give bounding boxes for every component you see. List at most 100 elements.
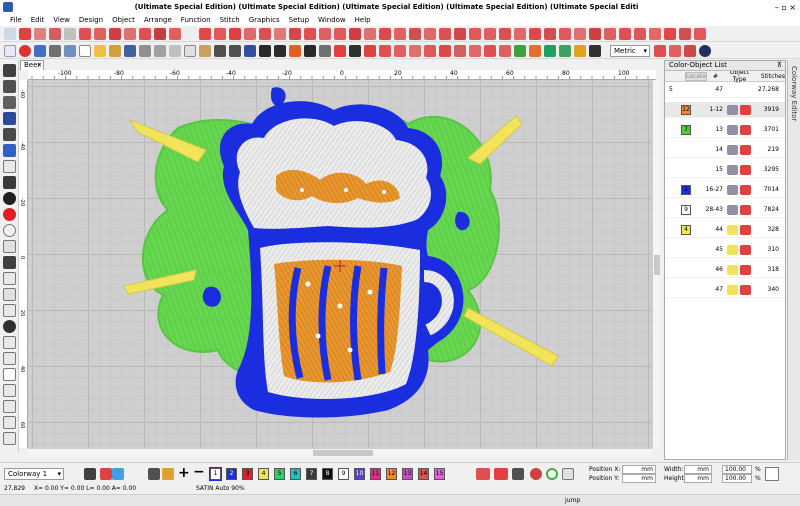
- transform-icon[interactable]: [64, 44, 76, 57]
- home-icon[interactable]: [4, 44, 16, 57]
- height-input[interactable]: mm: [684, 474, 712, 483]
- width-percent-input[interactable]: 100.00: [722, 465, 752, 474]
- color-swatch[interactable]: 12: [681, 105, 691, 115]
- text-tool-icon[interactable]: [184, 27, 196, 40]
- applique-tool-icon[interactable]: [154, 27, 166, 40]
- help-icon[interactable]: [699, 44, 711, 57]
- text-icon[interactable]: [3, 112, 16, 125]
- menu-edit[interactable]: Edit: [31, 16, 45, 24]
- object-list-row[interactable]: 4 44 328: [665, 222, 785, 238]
- stipple-stitch-icon[interactable]: [379, 27, 391, 40]
- bean-stitch-icon[interactable]: [439, 27, 451, 40]
- pen-icon[interactable]: [3, 272, 16, 285]
- beer-mug-design[interactable]: [28, 80, 652, 448]
- color-swatch[interactable]: 2: [681, 185, 691, 195]
- grid-icon[interactable]: [334, 44, 346, 57]
- ribbon-stitch-icon[interactable]: [514, 27, 526, 40]
- contour-stitch-icon[interactable]: [364, 27, 376, 40]
- rectangle-icon[interactable]: [3, 368, 16, 381]
- vertical-scrollbar[interactable]: [652, 80, 661, 448]
- auto-fill-icon[interactable]: [649, 27, 661, 40]
- position-x-input[interactable]: mm: [622, 465, 656, 474]
- pixel-stitch-icon[interactable]: [604, 27, 616, 40]
- save-icon[interactable]: [109, 44, 121, 57]
- menu-setup[interactable]: Setup: [289, 16, 309, 24]
- curve-tool-icon[interactable]: [19, 27, 31, 40]
- mug-stripe[interactable]: [377, 267, 388, 375]
- paste-icon[interactable]: [199, 44, 211, 57]
- window-controls[interactable]: – ▫ ×: [760, 3, 800, 12]
- zoom-fit-icon[interactable]: [289, 44, 301, 57]
- colorway-select[interactable]: Colorway 1: [4, 468, 64, 480]
- point-tool-icon[interactable]: [64, 27, 76, 40]
- print-preview-icon[interactable]: [154, 44, 166, 57]
- scroll-thumb[interactable]: [313, 450, 373, 456]
- circle-shape-icon[interactable]: [3, 192, 16, 205]
- menu-design[interactable]: Design: [79, 16, 103, 24]
- color-swatch[interactable]: 9: [338, 468, 349, 480]
- fill-tool-icon[interactable]: [124, 27, 136, 40]
- color-swatch[interactable]: 14: [418, 468, 429, 480]
- color-swatch[interactable]: 13: [402, 468, 413, 480]
- auto-satin-icon[interactable]: [664, 27, 676, 40]
- intersect-icon[interactable]: [3, 400, 16, 413]
- scale-icon[interactable]: [3, 320, 16, 333]
- record-icon[interactable]: [3, 208, 16, 221]
- target-icon[interactable]: [546, 468, 558, 480]
- scroll-thumb[interactable]: [654, 255, 660, 275]
- menu-function[interactable]: Function: [181, 16, 211, 24]
- stitch-view-icon[interactable]: [409, 44, 421, 57]
- emboss-stitch-icon[interactable]: [559, 27, 571, 40]
- object-list-row[interactable]: 15 3295: [665, 162, 785, 178]
- menu-help[interactable]: Help: [355, 16, 371, 24]
- color-wheel-icon[interactable]: [530, 468, 542, 480]
- zoom-out-icon[interactable]: [274, 44, 286, 57]
- eyedropper-icon[interactable]: [3, 432, 16, 445]
- fill-bucket-icon[interactable]: [3, 256, 16, 269]
- thread-chart-icon[interactable]: [84, 468, 96, 480]
- color-swatch[interactable]: 3: [242, 468, 253, 480]
- satin-tool-icon[interactable]: [139, 27, 151, 40]
- height-percent-input[interactable]: 100.00: [722, 474, 752, 483]
- compass-icon[interactable]: [669, 44, 681, 57]
- design-canvas[interactable]: [28, 80, 652, 448]
- arrow-select-icon[interactable]: [3, 64, 16, 77]
- slow-redraw-icon[interactable]: [424, 44, 436, 57]
- line-tool-icon[interactable]: [34, 27, 46, 40]
- arrow-tool-icon[interactable]: [4, 27, 16, 40]
- eyedropper-icon[interactable]: [148, 468, 160, 480]
- copy-icon[interactable]: [184, 44, 196, 57]
- open-folder-icon[interactable]: [94, 44, 106, 57]
- object-list-row[interactable]: 46 318: [665, 262, 785, 278]
- shadow-stitch-icon[interactable]: [454, 27, 466, 40]
- center-icon[interactable]: [562, 468, 574, 480]
- column-stitch-icon[interactable]: [499, 27, 511, 40]
- wave-stitch-icon[interactable]: [289, 27, 301, 40]
- cut-icon[interactable]: [169, 44, 181, 57]
- object-list-row[interactable]: 9 28-43 7824: [665, 202, 785, 218]
- menu-view[interactable]: View: [53, 16, 70, 24]
- rotate-icon[interactable]: [3, 304, 16, 317]
- print-icon[interactable]: [139, 44, 151, 57]
- weld-icon[interactable]: [3, 384, 16, 397]
- pattern-stitch-icon[interactable]: [274, 27, 286, 40]
- wizard-icon[interactable]: [19, 44, 31, 57]
- object-list-row[interactable]: 12 1-12 3919: [665, 102, 785, 118]
- spiral-icon[interactable]: [3, 240, 16, 253]
- properties-icon[interactable]: [589, 44, 601, 57]
- cutwork-stitch-icon[interactable]: [544, 27, 556, 40]
- colorway-editor-tab[interactable]: Colorway Editor: [787, 60, 800, 460]
- freehand-icon[interactable]: [3, 176, 16, 189]
- color-swatch[interactable]: 12: [386, 468, 397, 480]
- close-icon[interactable]: ✕: [37, 61, 42, 70]
- gradient-stitch-icon[interactable]: [319, 27, 331, 40]
- units-select[interactable]: Metric: [610, 44, 650, 57]
- sewout-icon[interactable]: [364, 44, 376, 57]
- star-tool-icon[interactable]: [109, 27, 121, 40]
- color-swatch[interactable]: 5: [274, 468, 285, 480]
- menu-arrange[interactable]: Arrange: [144, 16, 172, 24]
- color-swatch[interactable]: 9: [681, 205, 691, 215]
- object-list-row[interactable]: 7 13 3701: [665, 122, 785, 138]
- thread-icon[interactable]: [574, 44, 586, 57]
- morph-stitch-icon[interactable]: [574, 27, 586, 40]
